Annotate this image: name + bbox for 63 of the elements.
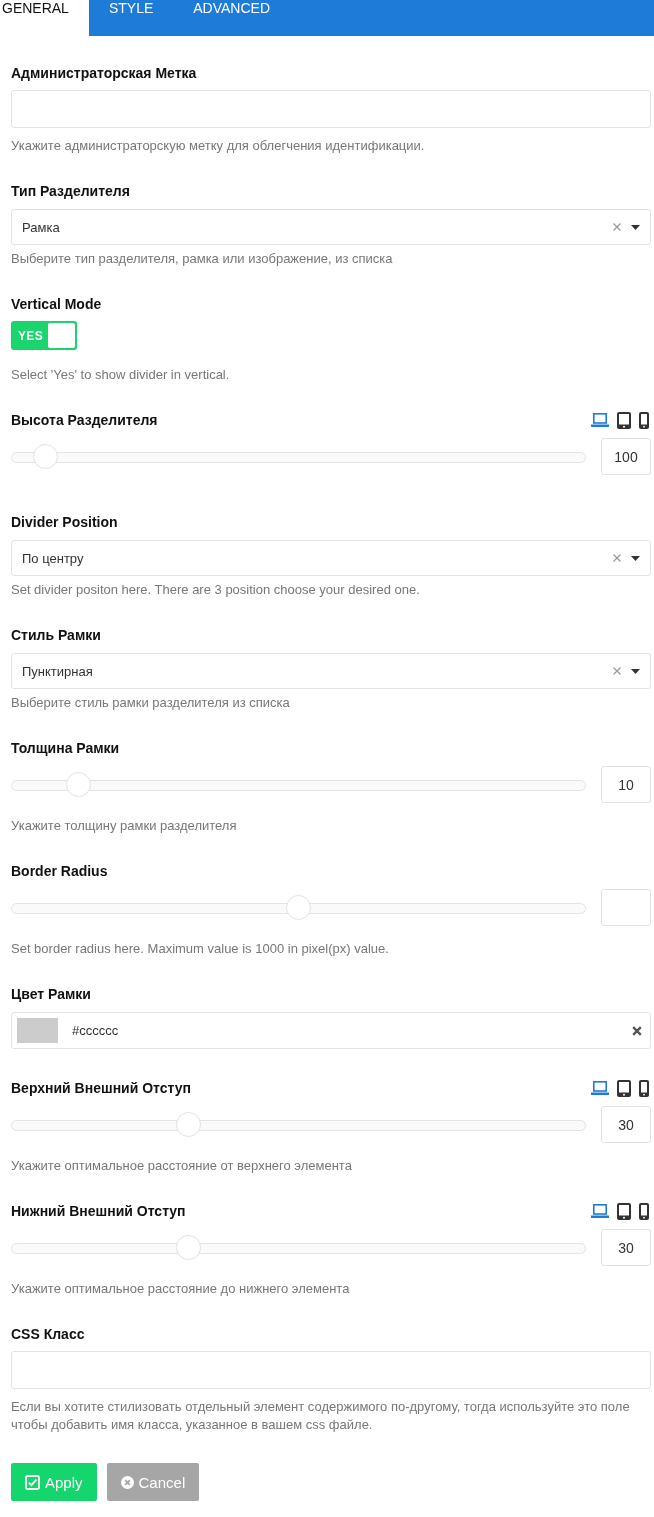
help-text: Если вы хотите стилизовать отдельный элемент содержимого по-другому, тогда используйте это поле чтобы добавить имя класса, указанное в вашем css файле. bbox=[11, 1398, 631, 1434]
select-field[interactable]: Рамка bbox=[11, 209, 651, 245]
select-field[interactable]: Пунктирная bbox=[11, 653, 651, 689]
laptop-icon[interactable] bbox=[591, 413, 609, 427]
field-label: Vertical Mode bbox=[11, 295, 102, 314]
field-label: Администраторская Метка bbox=[11, 64, 197, 83]
color-swatch[interactable] bbox=[17, 1018, 58, 1043]
laptop-icon[interactable] bbox=[591, 1204, 609, 1218]
close-circle-icon bbox=[120, 1475, 134, 1489]
tab[interactable]: GENERAL bbox=[0, 0, 89, 36]
caret-icon bbox=[631, 555, 640, 561]
slider-thumb[interactable] bbox=[66, 772, 91, 797]
field-label: Divider Position bbox=[11, 513, 118, 532]
toggle-knob bbox=[48, 323, 75, 348]
phone-icon[interactable] bbox=[639, 411, 649, 429]
caret-icon bbox=[631, 224, 640, 230]
help-text: Set divider positon here. There are 3 position choose your desired one. bbox=[11, 581, 421, 599]
tab[interactable]: ADVANCED bbox=[173, 0, 291, 36]
number-field[interactable]: 10 bbox=[601, 766, 651, 803]
tablet-icon[interactable] bbox=[617, 411, 631, 429]
tab[interactable]: STYLE bbox=[88, 0, 174, 36]
clear-icon[interactable] bbox=[632, 1025, 642, 1036]
number-field[interactable] bbox=[601, 889, 651, 926]
help-text: Укажите оптимальное расстояние от верхнего элемента bbox=[11, 1157, 353, 1175]
field-label: Верхний Внешний Отступ bbox=[11, 1079, 191, 1098]
field-label: Нижний Внешний Отступ bbox=[11, 1202, 186, 1221]
field-label: CSS Класс bbox=[11, 1325, 85, 1344]
help-text: Select 'Yes' to show divider in vertical. bbox=[11, 366, 231, 384]
slider-track[interactable] bbox=[11, 1235, 586, 1260]
slider-thumb[interactable] bbox=[286, 895, 311, 920]
number-field[interactable]: 30 bbox=[601, 1106, 651, 1143]
tablet-icon[interactable] bbox=[617, 1079, 631, 1097]
check-square-icon bbox=[25, 1474, 40, 1490]
slider-thumb[interactable] bbox=[176, 1112, 201, 1137]
text-input[interactable] bbox=[11, 90, 651, 128]
number-field[interactable]: 30 bbox=[601, 1229, 651, 1266]
slider-track[interactable] bbox=[11, 895, 586, 920]
field-label: Стиль Рамки bbox=[11, 626, 101, 645]
phone-icon[interactable] bbox=[639, 1079, 649, 1097]
help-text: Выберите стиль рамки разделителя из списка bbox=[11, 694, 291, 712]
slider-track[interactable] bbox=[11, 444, 586, 469]
color-field[interactable]: #cccccc bbox=[11, 1012, 651, 1049]
slider-track[interactable] bbox=[11, 1112, 586, 1137]
help-text: Set border radius here. Maximum value is 1000 in pixel(px) value. bbox=[11, 940, 390, 958]
field-label: Толщина Рамки bbox=[11, 739, 120, 758]
slider-thumb[interactable] bbox=[176, 1235, 201, 1260]
help-text: Укажите толщину рамки разделителя bbox=[11, 817, 238, 835]
field-label: Тип Разделителя bbox=[11, 182, 130, 201]
number-field[interactable]: 100 bbox=[601, 438, 651, 475]
field-label: Цвет Рамки bbox=[11, 985, 91, 1004]
help-text: Выберите тип разделителя, рамка или изображение, из списка bbox=[11, 250, 394, 268]
help-text: Укажите администраторскую метку для облегчения идентификации. bbox=[11, 137, 426, 155]
caret-icon bbox=[631, 668, 640, 674]
field-label: Высота Разделителя bbox=[11, 411, 158, 430]
field-label: Border Radius bbox=[11, 862, 108, 881]
tablet-icon[interactable] bbox=[617, 1202, 631, 1220]
laptop-icon[interactable] bbox=[591, 1081, 609, 1095]
slider-thumb[interactable] bbox=[33, 444, 58, 469]
select-field[interactable]: По центру bbox=[11, 540, 651, 576]
phone-icon[interactable] bbox=[639, 1202, 649, 1220]
text-input[interactable] bbox=[11, 1351, 651, 1389]
help-text: Укажите оптимальное расстояние до нижнего элемента bbox=[11, 1280, 351, 1298]
slider-track[interactable] bbox=[11, 772, 586, 797]
